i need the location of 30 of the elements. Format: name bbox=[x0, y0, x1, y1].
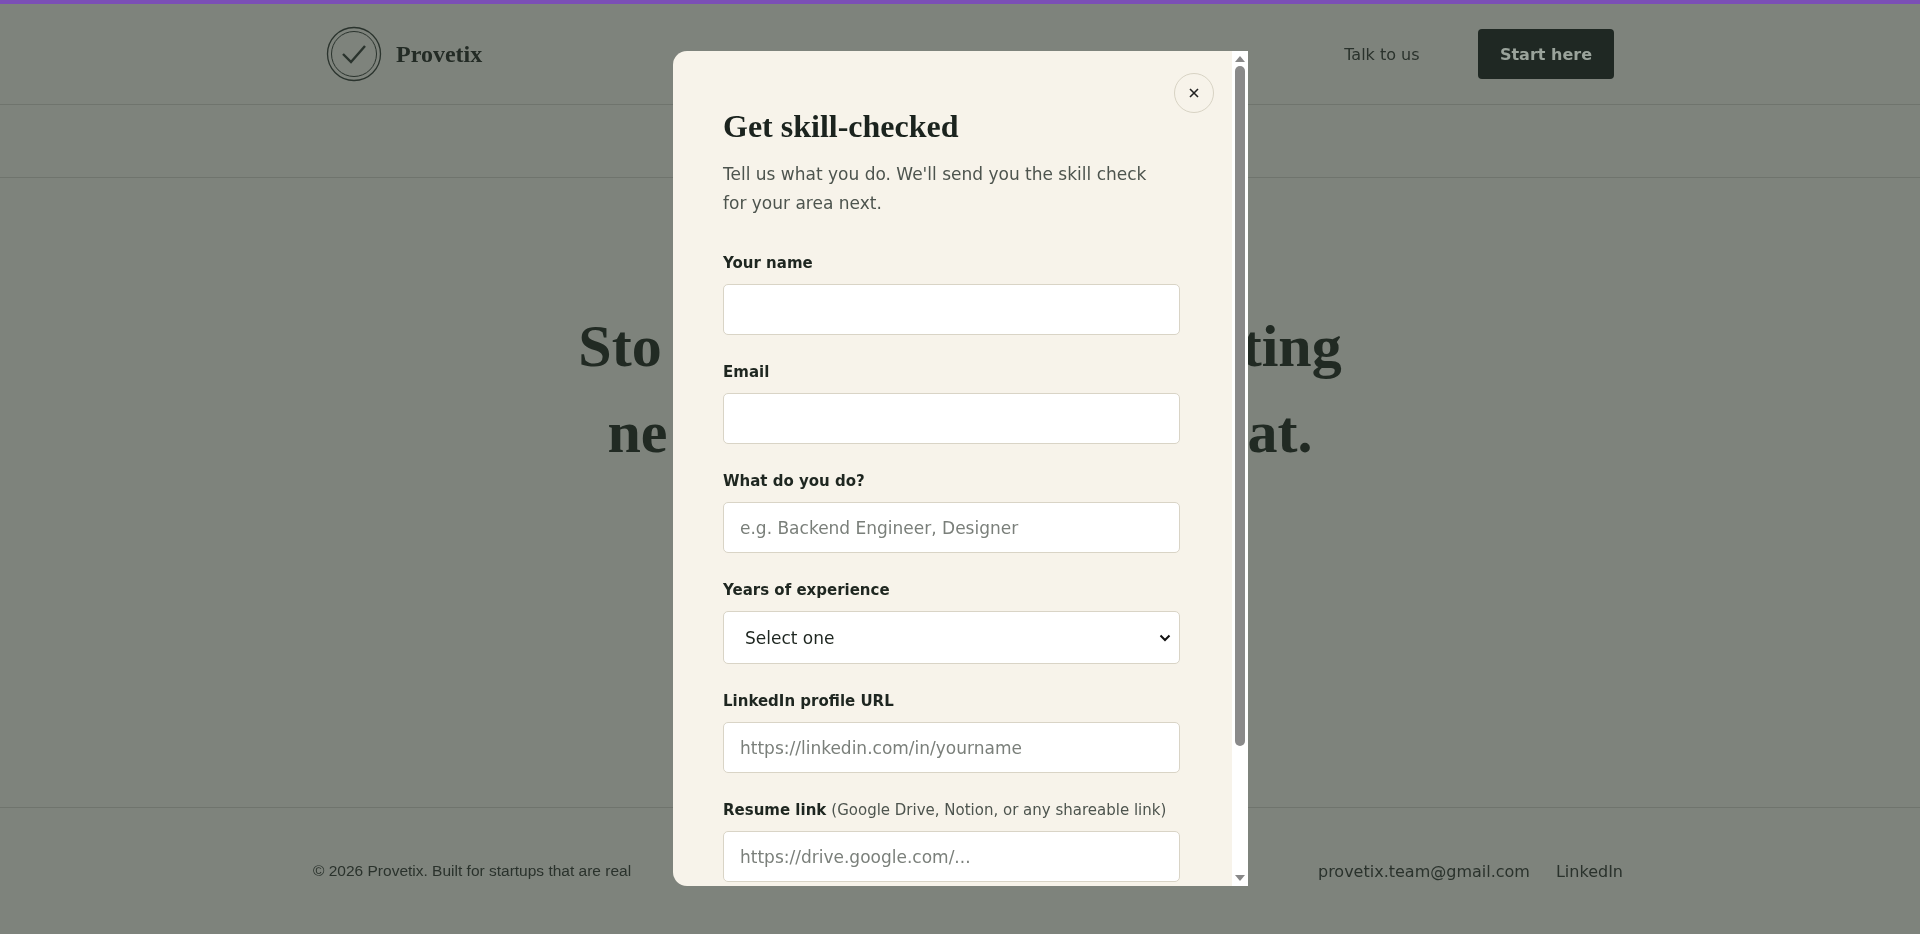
input-field[interactable]: e.g. Backend Engineer, Designer bbox=[723, 502, 1180, 553]
footer-link[interactable]: provetix.team@gmail.com bbox=[1317, 861, 1530, 881]
modal-description: Tell us what you do. We'll send you the skill check for your area next. bbox=[723, 163, 1148, 215]
select-field[interactable]: Select one bbox=[723, 611, 1180, 664]
hero-heading-fragment: Sto bbox=[578, 313, 662, 379]
copyright-text: © 2026 Provetix. Built for startups that are real bbox=[313, 862, 632, 880]
field-label: What do you do? bbox=[723, 472, 866, 490]
start-here-button[interactable]: Start here bbox=[1477, 29, 1614, 79]
field-label: Your name bbox=[723, 254, 814, 272]
modal-title: Get skill-checked bbox=[723, 107, 960, 146]
brand-name[interactable]: Provetix bbox=[396, 40, 483, 68]
scrollbar[interactable] bbox=[1232, 51, 1248, 886]
field-label: LinkedIn profile URL bbox=[723, 692, 895, 710]
hero-heading-fragment: ne bbox=[607, 399, 668, 465]
input-field[interactable]: https://linkedin.com/in/yourname bbox=[723, 722, 1180, 773]
scroll-up-arrow-icon[interactable] bbox=[1234, 55, 1246, 63]
field-label: Years of experience bbox=[723, 581, 891, 599]
hero-heading-fragment: at. bbox=[1247, 399, 1313, 465]
checkmark-logo-icon bbox=[326, 26, 382, 82]
hero-heading-fragment: ting bbox=[1241, 313, 1342, 379]
field-label: Email bbox=[723, 363, 771, 381]
nav-link[interactable]: Talk to us bbox=[1344, 44, 1420, 64]
scroll-down-arrow-icon[interactable] bbox=[1234, 874, 1246, 882]
chevron-down-icon bbox=[1159, 633, 1171, 642]
close-icon bbox=[1189, 88, 1199, 98]
footer-link[interactable]: LinkedIn bbox=[1555, 861, 1623, 881]
input-field[interactable] bbox=[723, 393, 1180, 444]
input-field[interactable] bbox=[723, 284, 1180, 335]
field-label: Resume link (Google Drive, Notion, or any shareable link) bbox=[723, 801, 1168, 819]
input-field[interactable]: https://drive.google.com/... bbox=[723, 831, 1180, 882]
